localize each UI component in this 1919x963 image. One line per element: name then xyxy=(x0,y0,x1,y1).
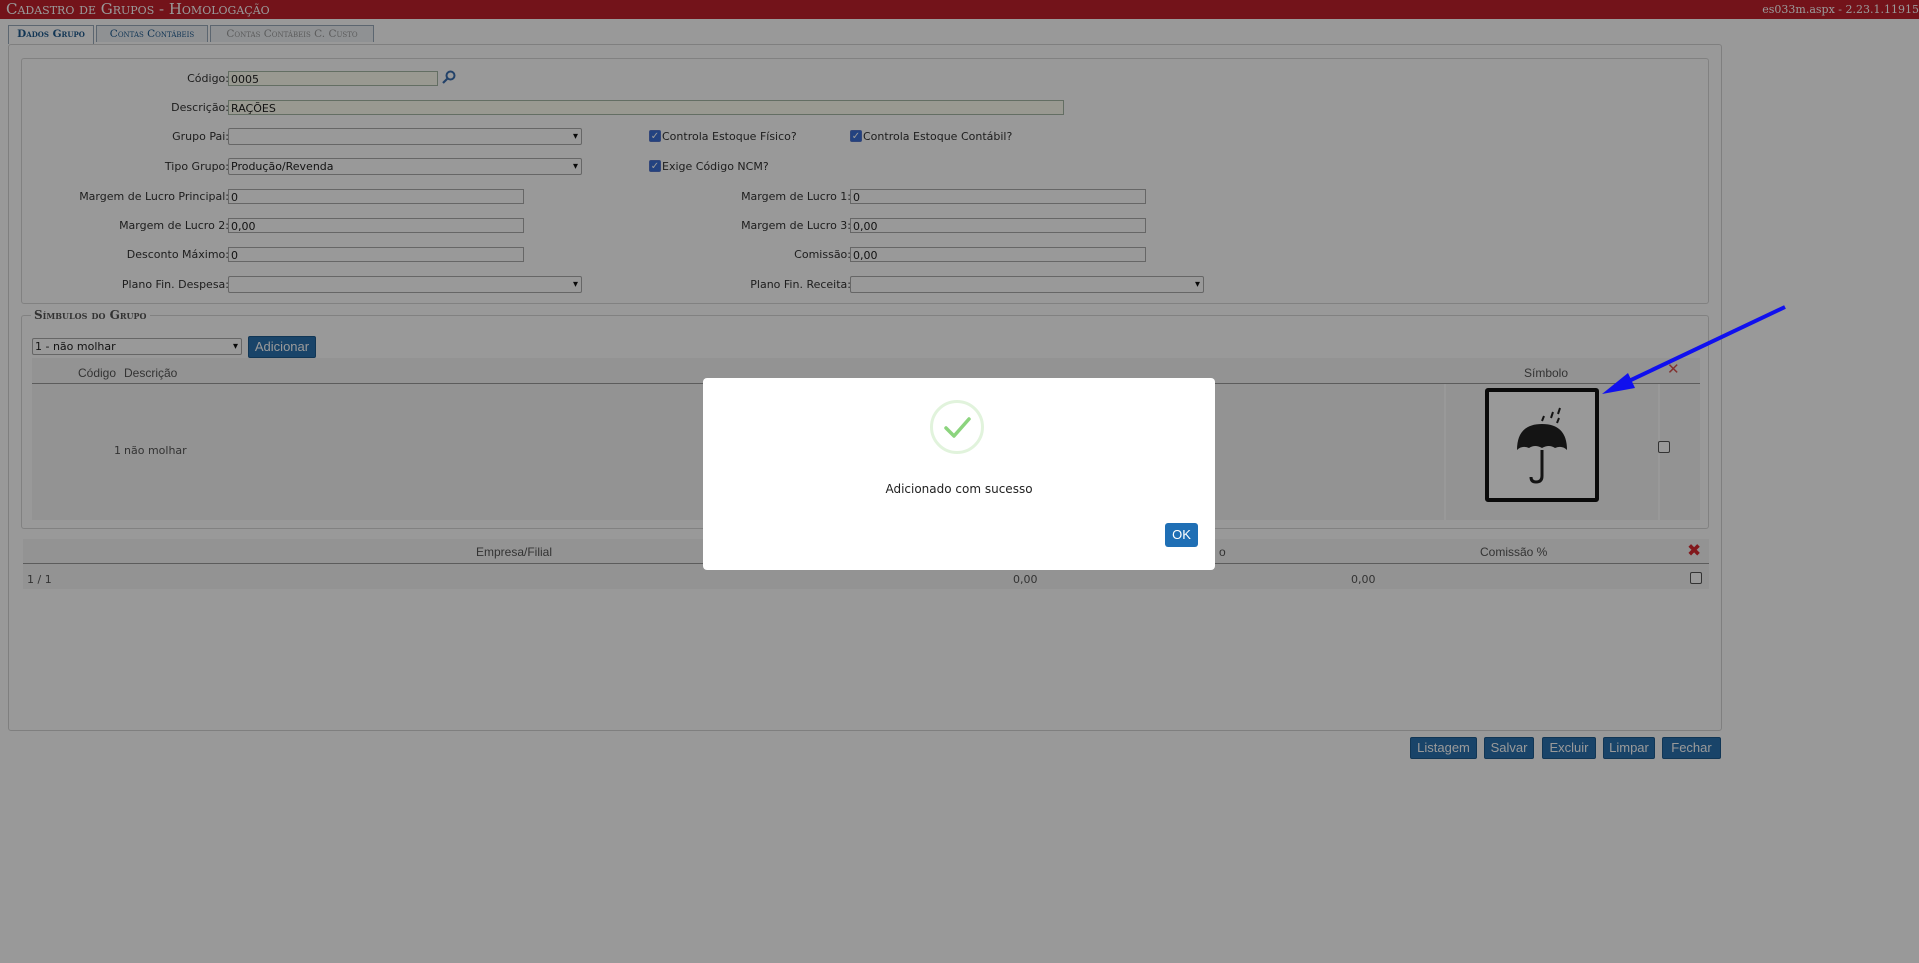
success-dialog: Adicionado com sucesso OK xyxy=(703,378,1215,570)
dialog-message: Adicionado com sucesso xyxy=(885,482,1033,496)
annotation-arrow xyxy=(1602,305,1786,394)
ok-button[interactable]: OK xyxy=(1165,523,1198,547)
success-check-icon xyxy=(930,400,984,454)
